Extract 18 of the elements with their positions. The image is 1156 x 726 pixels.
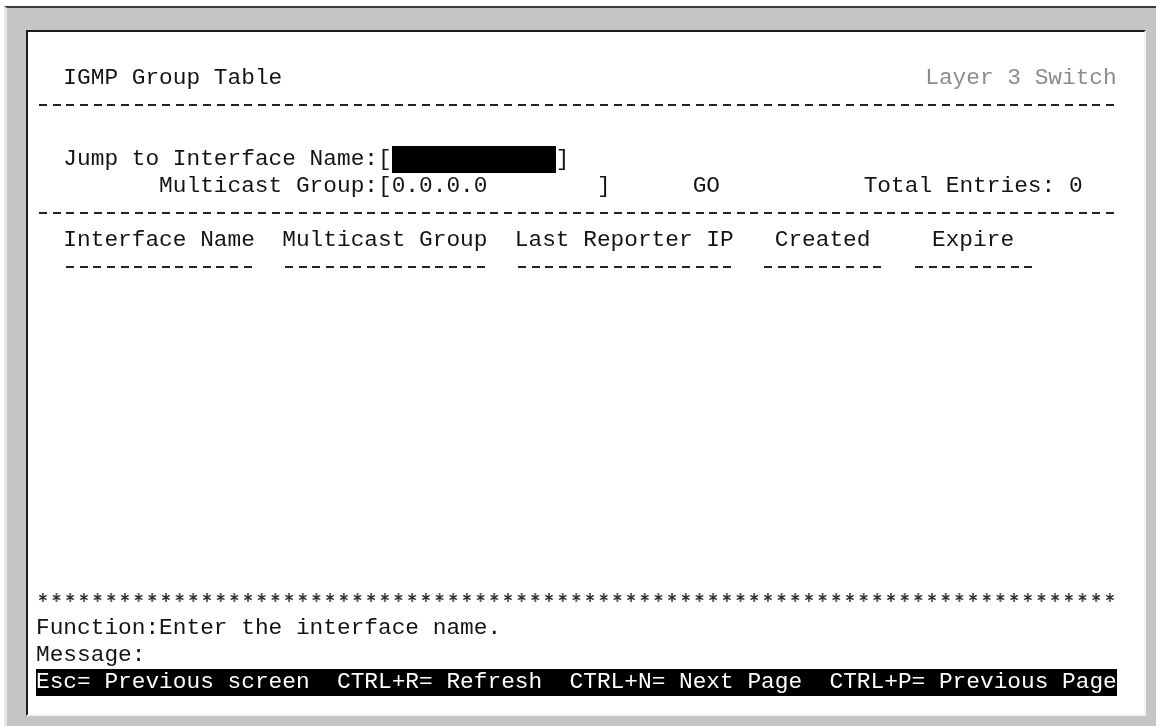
hotkey-hint: CTRL+N= Next Page (569, 669, 803, 696)
input-field[interactable]: [0.0.0.0 ] (378, 173, 611, 200)
hotkey-hint: CTRL+R= Refresh (336, 669, 543, 696)
column-header: Expire (932, 227, 1015, 254)
screen-title: IGMP Group Table (63, 65, 283, 92)
column-header: Created (774, 227, 871, 254)
field-label: Multicast Group: (158, 173, 378, 200)
hotkey-hint: Esc= Previous screen (36, 669, 310, 696)
go-button[interactable]: GO (692, 173, 721, 200)
column-header: Multicast Group (282, 227, 488, 254)
device-type-label: Layer 3 Switch (925, 65, 1117, 92)
column-header: Interface Name (63, 227, 255, 254)
function-help-text: Function:Enter the interface name. (36, 615, 502, 641)
column-header: Last Reporter IP (514, 227, 734, 254)
message-label: Message: (36, 642, 146, 668)
hotkey-hint: CTRL+P= Previous Page (829, 669, 1117, 696)
field-label: Jump to Interface Name: (63, 146, 378, 173)
total-entries-text: Total Entries: 0 (863, 173, 1083, 200)
